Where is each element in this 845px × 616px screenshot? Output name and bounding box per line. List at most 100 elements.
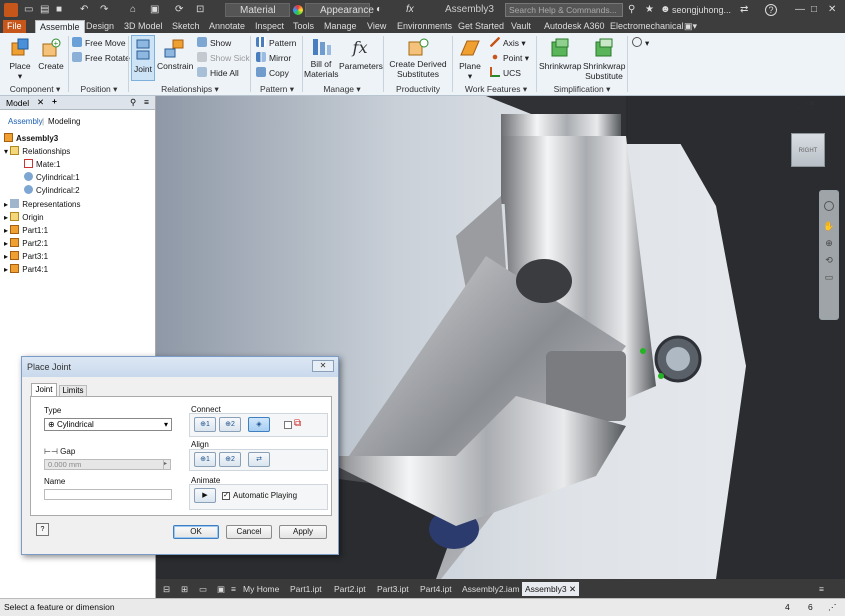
material-combo[interactable]: Material <box>225 3 290 17</box>
dialog-close-button[interactable]: ✕ <box>312 360 334 372</box>
connect-origin-1-button[interactable]: ⊕1 <box>194 417 216 432</box>
zoom-icon[interactable]: ⊕ <box>820 238 838 249</box>
show-button[interactable]: Show <box>197 37 231 50</box>
connect-origin-2-button[interactable]: ⊕2 <box>219 417 241 432</box>
fx-icon[interactable]: fx <box>406 3 414 17</box>
gap-input[interactable]: 0.000 mm <box>44 459 168 470</box>
ucs-button[interactable]: UCS <box>490 67 521 80</box>
dialog-title-bar[interactable]: Place Joint ✕ <box>22 357 338 377</box>
arrange-icon[interactable]: ▣ <box>214 582 228 596</box>
tab-vault[interactable]: Vault <box>507 20 535 33</box>
dialog-help-icon[interactable]: ? <box>36 523 49 536</box>
browser-mode-modeling[interactable]: Modeling <box>48 116 80 128</box>
tree-part1[interactable]: ▸ Part1:1 <box>4 225 48 237</box>
measure-icon[interactable]: ⊡ <box>196 3 204 17</box>
browser-search-icon[interactable]: ⚲ <box>130 97 136 108</box>
pan-icon[interactable]: ✋ <box>820 221 838 232</box>
point-button[interactable]: Point ▾ <box>490 52 529 65</box>
tab-assemble[interactable]: Assemble <box>35 20 85 33</box>
tab-sketch[interactable]: Sketch <box>168 20 204 33</box>
cancel-button[interactable]: Cancel <box>226 525 272 539</box>
tree-origin[interactable]: ▸ Origin <box>4 212 44 224</box>
browser-close-icon[interactable]: ✕ <box>37 97 44 108</box>
apply-button[interactable]: Apply <box>279 525 327 539</box>
update-icon[interactable]: ⟳ <box>175 3 183 17</box>
minimize-icon[interactable]: — <box>795 3 805 17</box>
tab-3d-model[interactable]: 3D Model <box>120 20 167 33</box>
viewcube[interactable]: RIGHT <box>791 133 825 167</box>
browser-title[interactable]: Model <box>6 98 29 108</box>
create-button[interactable]: + Create <box>37 37 65 71</box>
steering-wheel-icon[interactable] <box>824 201 834 211</box>
tab-manage[interactable]: Manage <box>320 20 361 33</box>
copy-button[interactable]: Copy <box>256 67 289 80</box>
binoculars-icon[interactable]: ⚲ <box>628 3 635 17</box>
doc-tab-part2[interactable]: Part2.ipt <box>331 582 369 596</box>
tab-electromechanical[interactable]: Electromechanical <box>606 20 688 33</box>
dialog-tab-limits[interactable]: Limits <box>59 385 87 396</box>
joint-button[interactable]: Joint <box>131 35 155 81</box>
type-dropdown[interactable]: ⊕ Cylindrical ▾ <box>44 418 172 431</box>
close-icon[interactable]: ✕ <box>828 3 836 17</box>
tab-environments[interactable]: Environments <box>393 20 456 33</box>
doc-tab-assembly3[interactable]: Assembly3 ✕ <box>522 582 580 596</box>
tab-tools[interactable]: Tools <box>289 20 318 33</box>
doc-minimize-icon[interactable]: _ <box>797 99 801 108</box>
redo-icon[interactable]: ↷ <box>100 3 108 17</box>
plane-button[interactable]: Plane ▾ <box>456 37 484 81</box>
invert-alignment-button[interactable]: ⇄ <box>248 452 270 467</box>
doc-restore-icon[interactable]: ▫ <box>804 99 807 108</box>
appearance-combo[interactable]: Appearance <box>305 3 374 17</box>
flip-component-button[interactable]: ◈ <box>248 417 270 432</box>
look-at-icon[interactable]: ▭ <box>820 272 838 283</box>
show-sick-button[interactable]: Show Sick <box>197 52 250 65</box>
ribbon-extra-dropdown[interactable]: ▾ <box>632 37 649 50</box>
cart-icon[interactable]: ⇄ <box>740 3 748 17</box>
user-name[interactable]: seongjuhong... <box>672 3 731 17</box>
doc-tab-part1[interactable]: Part1.ipt <box>287 582 325 596</box>
tree-part3[interactable]: ▸ Part3:1 <box>4 251 48 263</box>
tree-relationships[interactable]: ▾ Relationships <box>4 146 70 158</box>
free-rotate-button[interactable]: Free Rotate <box>72 52 130 65</box>
star-icon[interactable]: ★ <box>645 3 654 17</box>
create-derived-substitutes-button[interactable]: Create Derived Substitutes <box>388 37 448 79</box>
new-file-icon[interactable]: ▭ <box>24 3 33 17</box>
axis-button[interactable]: Axis ▾ <box>490 37 526 50</box>
ribbon-options-icon[interactable]: ▣▾ <box>680 20 701 33</box>
parameters-button[interactable]: fx Parameters <box>339 37 383 71</box>
tab-get-started[interactable]: Get Started <box>454 20 508 33</box>
place-button[interactable]: Place ▾ <box>5 37 35 81</box>
doc-tab-close-icon[interactable]: ✕ <box>569 584 576 594</box>
doc-tab-part4[interactable]: Part4.ipt <box>417 582 455 596</box>
tree-cylindrical-2[interactable]: Cylindrical:2 <box>24 185 80 197</box>
ok-button[interactable]: OK <box>173 525 219 539</box>
pattern-button[interactable]: Pattern <box>256 37 296 50</box>
tree-mate[interactable]: Mate:1 <box>24 159 60 171</box>
browser-mode-assembly[interactable]: Assembly <box>8 116 43 128</box>
gap-menu-button[interactable]: ▸ <box>163 459 171 470</box>
home-icon[interactable]: ⌂ <box>130 3 136 17</box>
undo-icon[interactable]: ↶ <box>80 3 88 17</box>
cascade-icon[interactable]: ▭ <box>196 582 210 596</box>
tree-part4[interactable]: ▸ Part4:1 <box>4 264 48 276</box>
open-folder-icon[interactable]: ▤ <box>40 3 49 17</box>
hide-all-button[interactable]: Hide All <box>197 67 239 80</box>
shrinkwrap-button[interactable]: Shrinkwrap <box>539 37 582 71</box>
free-move-button[interactable]: Free Move <box>72 37 126 50</box>
doc-close-icon[interactable]: ✕ <box>809 99 816 108</box>
doc-tab-my-home[interactable]: My Home <box>240 582 282 596</box>
bill-of-materials-button[interactable]: Bill of Materials <box>304 37 338 79</box>
save-icon[interactable]: ■ <box>56 3 62 17</box>
lock-checkbox[interactable] <box>284 421 292 429</box>
browser-menu-icon[interactable]: ≡ <box>144 97 149 107</box>
help-icon[interactable]: ? <box>765 4 777 16</box>
dialog-tab-joint[interactable]: Joint <box>31 383 57 396</box>
tab-file[interactable]: File <box>3 20 26 33</box>
select-icon[interactable]: ▣ <box>150 3 159 17</box>
tile-horizontal-icon[interactable]: ⊟ <box>160 582 173 596</box>
tree-cylindrical-1[interactable]: Cylindrical:1 <box>24 172 80 184</box>
tab-autodesk-a360[interactable]: Autodesk A360 <box>540 20 609 33</box>
search-input[interactable]: Search Help & Commands... <box>505 3 623 17</box>
mirror-button[interactable]: Mirror <box>256 52 291 65</box>
automatic-playing-checkbox[interactable]: ✓ <box>222 492 230 500</box>
